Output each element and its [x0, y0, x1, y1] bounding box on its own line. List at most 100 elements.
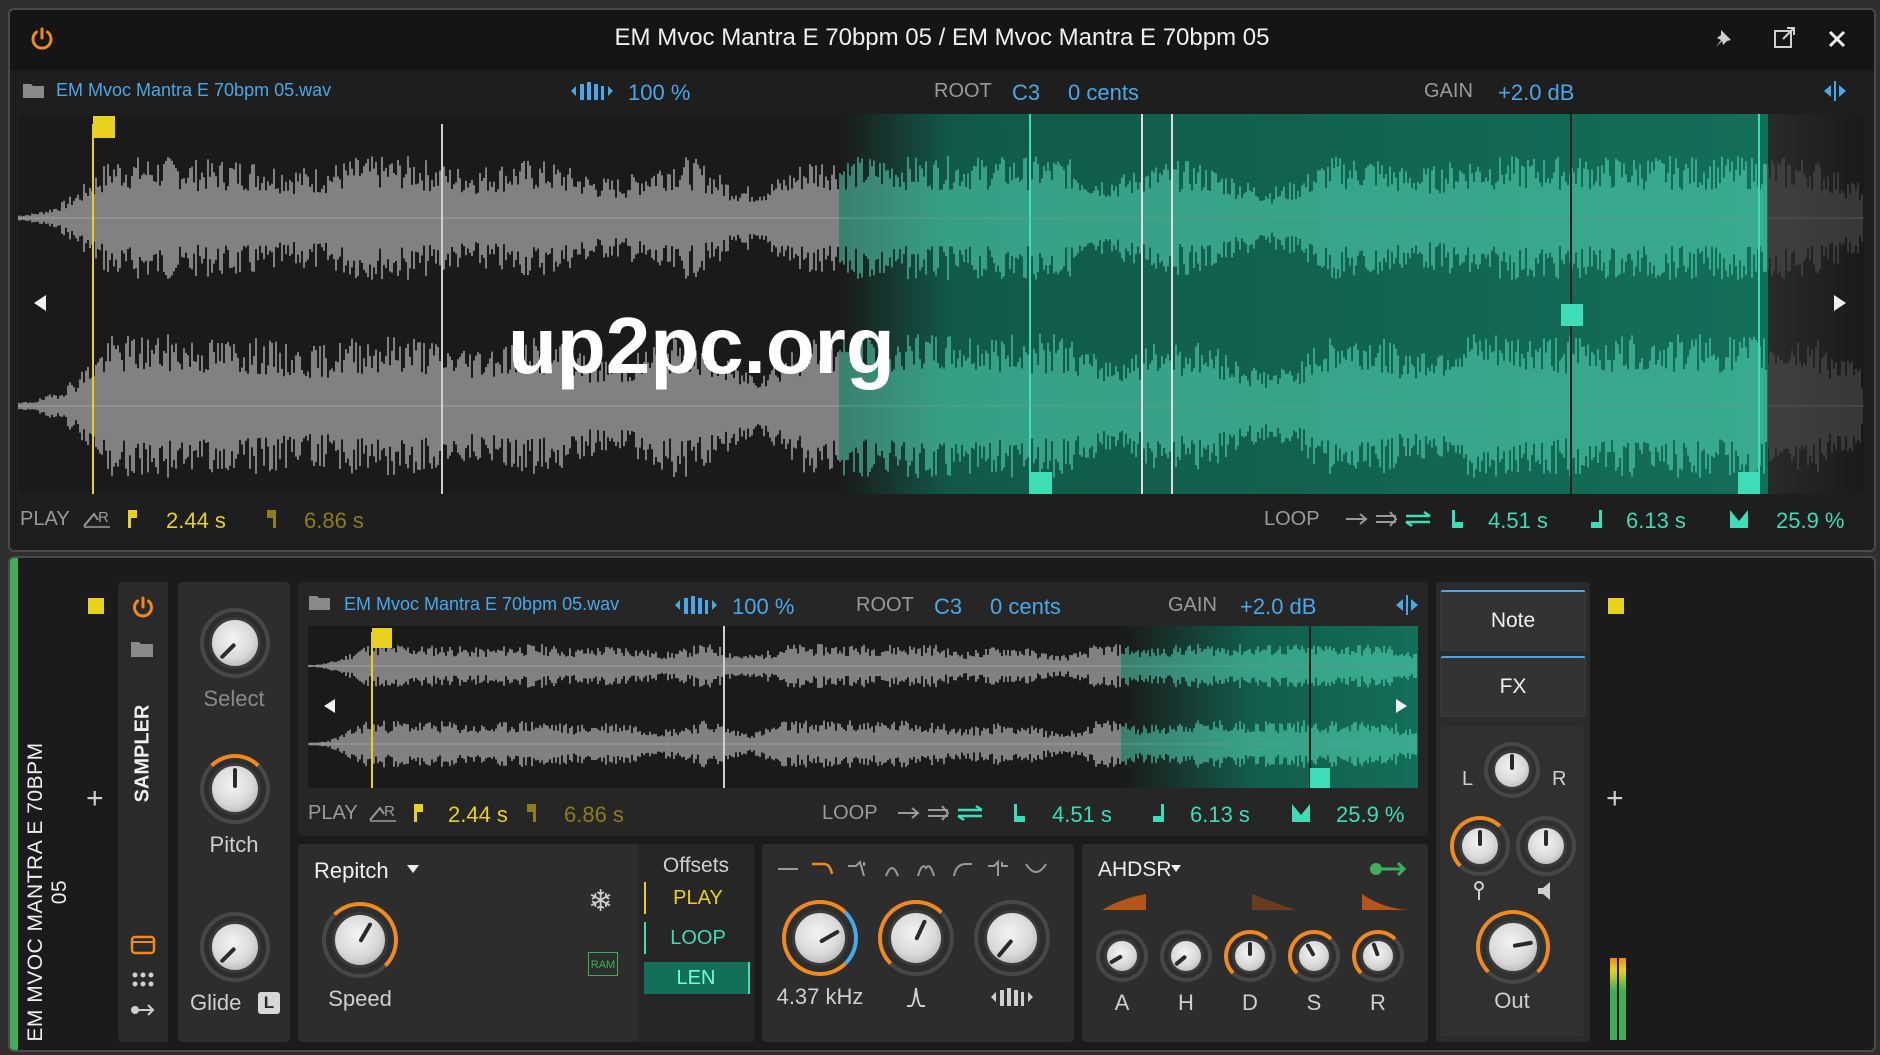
zoom-fit-icon[interactable]: [1822, 80, 1848, 102]
expand-view-icon[interactable]: [130, 934, 156, 956]
folder-icon[interactable]: [22, 80, 46, 100]
mini-scroll-left-icon[interactable]: [322, 696, 336, 716]
mini-root-note[interactable]: C3: [934, 594, 962, 620]
ram-mode-button[interactable]: RAM: [588, 952, 618, 976]
add-device-right-button[interactable]: +: [1606, 782, 1624, 816]
mini-speed-stretch-icon[interactable]: [674, 594, 718, 616]
mini-loop-start-value[interactable]: 4.51 s: [1052, 802, 1112, 828]
mini-speed-value[interactable]: 100 %: [732, 594, 794, 620]
mini-loop-start-handle[interactable]: [1310, 768, 1330, 788]
loop-region[interactable]: [840, 114, 1768, 494]
svg-text:R: R: [384, 803, 395, 820]
play-start-value[interactable]: 2.44 s: [166, 508, 226, 534]
glide-knob-ring[interactable]: [200, 912, 270, 982]
pan-knob-ring[interactable]: [1484, 742, 1540, 798]
mini-play-start-value[interactable]: 2.44 s: [448, 802, 508, 828]
sample-filename[interactable]: EM Mvoc Mantra E 70bpm 05.wav: [56, 80, 331, 101]
loop-start-handle[interactable]: [1030, 472, 1052, 494]
close-icon[interactable]: [1826, 28, 1848, 50]
pin-icon[interactable]: [1712, 26, 1738, 52]
mini-loop-end-value[interactable]: 6.13 s: [1190, 802, 1250, 828]
loop-end-value[interactable]: 6.13 s: [1626, 508, 1686, 534]
waveform-display[interactable]: up2pc.org: [18, 114, 1864, 494]
mini-filename[interactable]: EM Mvoc Mantra E 70bpm 05.wav: [344, 594, 619, 615]
output-section: Note FX L R Out: [1436, 582, 1590, 1042]
speed-value[interactable]: 100 %: [628, 80, 690, 106]
modulation-icon[interactable]: [130, 1002, 156, 1018]
offset-loop-button[interactable]: LOOP: [644, 922, 750, 954]
glide-legato-badge[interactable]: L: [258, 992, 280, 1014]
mini-gain-value[interactable]: +2.0 dB: [1240, 594, 1316, 620]
device-power-icon[interactable]: [130, 594, 156, 620]
mini-zoom-fit-icon[interactable]: [1394, 594, 1420, 616]
mini-crossfade-value[interactable]: 25.9 %: [1336, 802, 1405, 828]
add-device-left-button[interactable]: +: [86, 782, 104, 816]
envelope-h-knob[interactable]: [1160, 930, 1212, 982]
envelope-d-knob[interactable]: [1224, 930, 1276, 982]
envelope-s-knob[interactable]: [1288, 930, 1340, 982]
cutoff-knob[interactable]: [792, 910, 848, 966]
offset-play-button[interactable]: PLAY: [644, 882, 750, 914]
envelope-a-knob[interactable]: [1096, 930, 1148, 982]
envelope-s-knob-cap[interactable]: [1296, 938, 1332, 974]
loop-start-value[interactable]: 4.51 s: [1488, 508, 1548, 534]
play-start-handle[interactable]: [93, 116, 115, 138]
device-status-square[interactable]: [1608, 598, 1624, 614]
envelope-stage-curves: [1102, 894, 1408, 910]
speed-stretch-icon[interactable]: [570, 80, 614, 102]
filter-type-icons[interactable]: [776, 858, 1066, 880]
grid-dots-icon[interactable]: [130, 970, 156, 990]
speed-knob-ring[interactable]: [322, 902, 398, 978]
envelope-retrigger-icon[interactable]: [1368, 858, 1408, 880]
track-status-square[interactable]: [88, 598, 104, 614]
fx-tab[interactable]: FX: [1440, 656, 1586, 717]
fine-tune-cents[interactable]: 0 cents: [1068, 80, 1139, 106]
output-label: Out: [1494, 988, 1530, 1013]
popout-icon[interactable]: [1772, 26, 1798, 52]
crossfade-handle[interactable]: [1561, 304, 1583, 326]
volume-knob-ring[interactable]: [1516, 816, 1576, 876]
select-knob-ring[interactable]: [200, 608, 270, 678]
loop-end-handle[interactable]: [1738, 472, 1760, 494]
scroll-right-icon[interactable]: [1832, 292, 1848, 314]
mini-reverse-icon[interactable]: R: [368, 800, 398, 824]
mini-folder-icon[interactable]: [308, 592, 332, 612]
level-meter: [1610, 958, 1626, 1040]
mini-scroll-right-icon[interactable]: [1394, 696, 1408, 716]
resonance-knob-ring[interactable]: [878, 900, 954, 976]
mini-play-end-value[interactable]: 6.86 s: [564, 802, 624, 828]
mode-select[interactable]: Repitch: [314, 858, 389, 884]
mini-loop-mode-icons[interactable]: [896, 804, 986, 824]
output-knob-ring[interactable]: [1476, 910, 1550, 984]
mini-waveform-display[interactable]: [308, 626, 1418, 788]
mini-play-start-handle[interactable]: [372, 628, 392, 648]
loop-label: LOOP: [1264, 508, 1320, 530]
freeze-icon[interactable]: ❄: [588, 884, 613, 919]
mini-loop-start-flag-icon: [1014, 804, 1025, 822]
note-tab[interactable]: Note: [1440, 590, 1586, 651]
device-folder-icon[interactable]: [130, 638, 156, 660]
envelope-dropdown-icon[interactable]: [1170, 864, 1182, 874]
mode-dropdown-icon[interactable]: [406, 864, 420, 874]
mini-fine-tune-cents[interactable]: 0 cents: [990, 594, 1061, 620]
root-note[interactable]: C3: [1012, 80, 1040, 106]
envelope-r-knob-cap[interactable]: [1360, 938, 1396, 974]
filter-panel: 4.37 kHz: [762, 844, 1074, 1042]
cutoff-knob-ring[interactable]: [782, 900, 858, 976]
envelope-type-select[interactable]: AHDSR: [1098, 858, 1172, 882]
glide-knob[interactable]: [209, 921, 261, 973]
offset-len-button[interactable]: LEN: [644, 962, 750, 994]
envelope-r-knob[interactable]: [1352, 930, 1404, 982]
pitch-knob-ring[interactable]: [200, 754, 270, 824]
crossfade-value[interactable]: 25.9 %: [1776, 508, 1845, 534]
play-end-value[interactable]: 6.86 s: [304, 508, 364, 534]
keytrack-knob[interactable]: [984, 910, 1040, 966]
scroll-left-icon[interactable]: [32, 292, 48, 314]
loop-mode-icons[interactable]: [1344, 510, 1434, 530]
select-knob[interactable]: [209, 617, 261, 669]
mini-crossfade-icon: [1292, 804, 1310, 822]
velocity-knob-ring[interactable]: [1450, 816, 1510, 876]
keytrack-knob-ring[interactable]: [974, 900, 1050, 976]
reverse-icon[interactable]: R: [82, 506, 112, 530]
gain-value[interactable]: +2.0 dB: [1498, 80, 1574, 106]
